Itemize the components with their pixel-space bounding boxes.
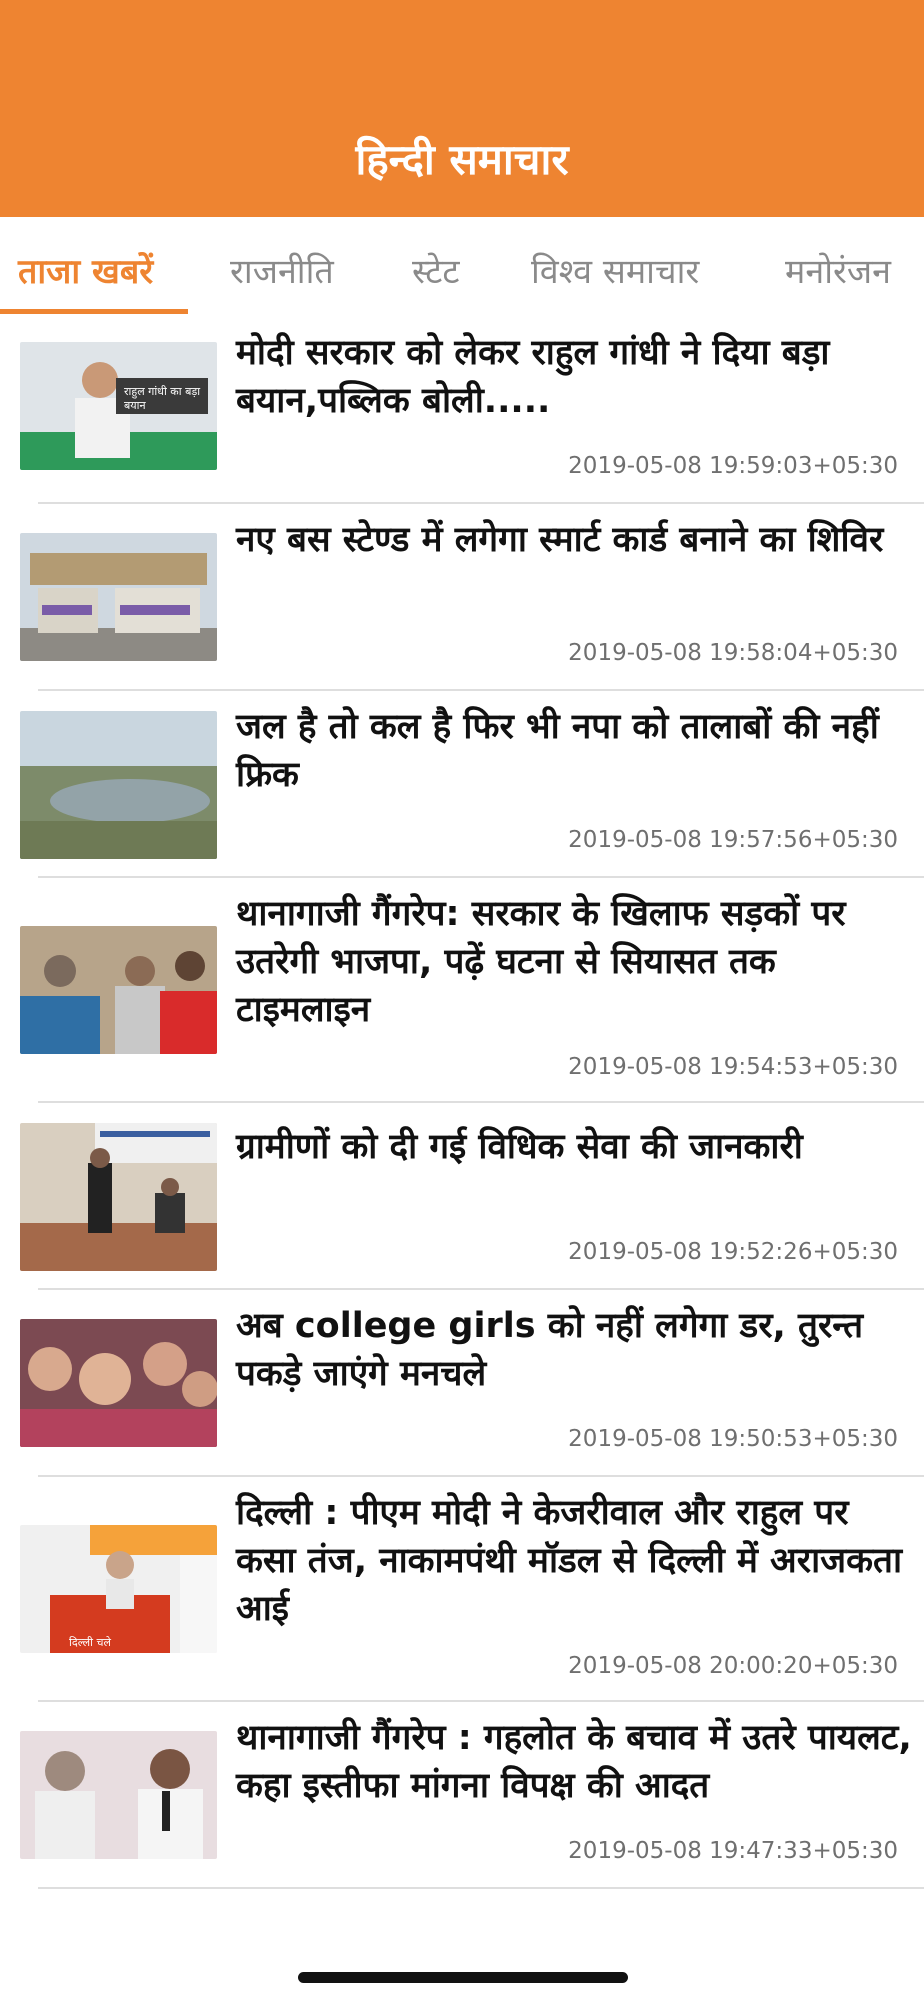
news-thumbnail: [20, 926, 217, 1054]
news-thumbnail: [20, 533, 217, 661]
news-headline[interactable]: जल है तो कल है फिर भी नपा को तालाबों की …: [236, 703, 916, 799]
tab-entertainment[interactable]: मनोरंजन: [785, 247, 891, 293]
news-headline[interactable]: दिल्ली : पीएम मोदी ने केजरीवाल और राहुल …: [236, 1489, 916, 1633]
news-timestamp: 2019-05-08 19:47:33+05:30: [568, 1838, 898, 1864]
news-thumbnail: [20, 1123, 217, 1271]
news-list: राहुल गांधी का बड़ा बयान मोदी सरकार को ल…: [0, 317, 924, 1889]
thumbnail-caption: राहुल गांधी का बड़ा बयान: [124, 385, 201, 412]
news-thumbnail: दिल्ली चले: [20, 1525, 217, 1653]
news-timestamp: 2019-05-08 20:00:20+05:30: [568, 1653, 898, 1679]
news-item[interactable]: जल है तो कल है फिर भी नपा को तालाबों की …: [0, 691, 924, 878]
home-indicator[interactable]: [298, 1972, 628, 1983]
news-item[interactable]: थानागाजी गैंगरेप: सरकार के खिलाफ सड़कों …: [0, 878, 924, 1103]
news-item[interactable]: दिल्ली चले दिल्ली : पीएम मोदी ने केजरीवा…: [0, 1477, 924, 1702]
news-item[interactable]: नए बस स्टेण्ड में लगेगा स्मार्ट कार्ड बन…: [0, 504, 924, 691]
category-tabs: ताजा खबरें राजनीति स्टेट विश्व समाचार मन…: [0, 217, 924, 317]
app-header: हिन्दी समाचार: [0, 0, 924, 217]
tab-latest-news[interactable]: ताजा खबरें: [18, 247, 153, 293]
active-tab-indicator: [0, 309, 188, 314]
divider: [38, 1887, 924, 1889]
news-headline[interactable]: थानागाजी गैंगरेप : गहलोत के बचाव में उतर…: [236, 1714, 916, 1810]
thumbnail-caption: दिल्ली चले: [69, 1636, 111, 1649]
tab-state[interactable]: स्टेट: [412, 247, 460, 293]
news-headline[interactable]: थानागाजी गैंगरेप: सरकार के खिलाफ सड़कों …: [236, 890, 916, 1034]
news-item[interactable]: ग्रामीणों को दी गई विधिक सेवा की जानकारी…: [0, 1103, 924, 1290]
news-timestamp: 2019-05-08 19:54:53+05:30: [568, 1054, 898, 1080]
news-item[interactable]: थानागाजी गैंगरेप : गहलोत के बचाव में उतर…: [0, 1702, 924, 1889]
news-timestamp: 2019-05-08 19:57:56+05:30: [568, 827, 898, 853]
app-title: हिन्दी समाचार: [355, 135, 569, 184]
news-item[interactable]: राहुल गांधी का बड़ा बयान मोदी सरकार को ल…: [0, 317, 924, 504]
news-headline[interactable]: अब college girls को नहीं लगेगा डर, तुरन्…: [236, 1302, 916, 1398]
news-headline[interactable]: ग्रामीणों को दी गई विधिक सेवा की जानकारी: [236, 1123, 916, 1171]
news-thumbnail: राहुल गांधी का बड़ा बयान: [20, 342, 217, 470]
news-thumbnail: [20, 711, 217, 859]
news-item[interactable]: अब college girls को नहीं लगेगा डर, तुरन्…: [0, 1290, 924, 1477]
tab-politics[interactable]: राजनीति: [230, 247, 334, 293]
news-timestamp: 2019-05-08 19:50:53+05:30: [568, 1426, 898, 1452]
news-headline[interactable]: मोदी सरकार को लेकर राहुल गांधी ने दिया ब…: [236, 329, 916, 425]
news-timestamp: 2019-05-08 19:52:26+05:30: [568, 1239, 898, 1265]
news-timestamp: 2019-05-08 19:59:03+05:30: [568, 453, 898, 479]
tab-world-news[interactable]: विश्व समाचार: [531, 247, 699, 293]
news-headline[interactable]: नए बस स्टेण्ड में लगेगा स्मार्ट कार्ड बन…: [236, 516, 916, 564]
news-thumbnail: [20, 1731, 217, 1859]
news-thumbnail: [20, 1319, 217, 1447]
news-timestamp: 2019-05-08 19:58:04+05:30: [568, 640, 898, 666]
